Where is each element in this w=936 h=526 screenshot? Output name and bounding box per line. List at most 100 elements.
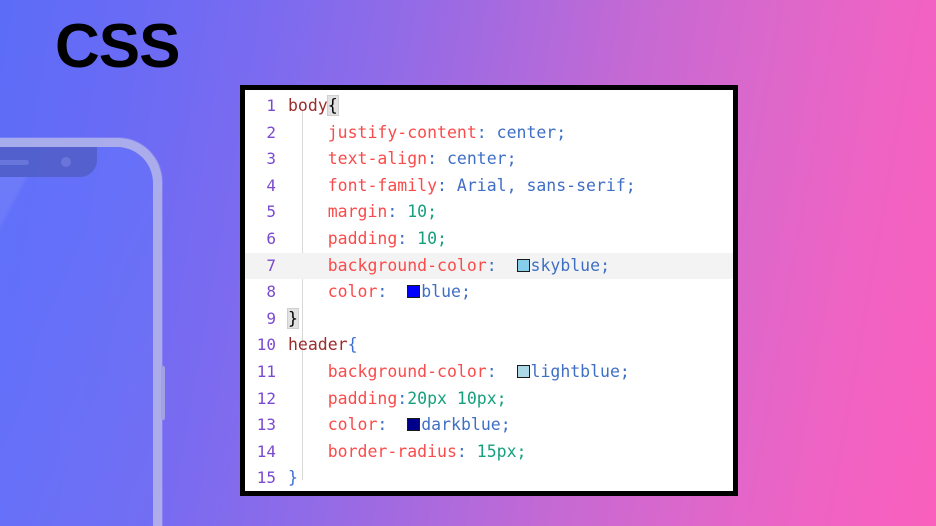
token-punc: ; bbox=[460, 282, 471, 302]
token-val: darkblue bbox=[421, 415, 501, 435]
code-line-content: margin: 10; bbox=[284, 199, 733, 226]
token-val: blue bbox=[421, 282, 461, 302]
token-brace-hl: { bbox=[326, 95, 339, 116]
phone-camera-icon bbox=[61, 157, 71, 167]
token-punc: ; bbox=[625, 175, 636, 195]
token-punc: : bbox=[486, 361, 497, 381]
line-number: 2 bbox=[266, 122, 276, 142]
token-num: ; bbox=[516, 441, 527, 461]
token-num: ; bbox=[427, 202, 438, 222]
token-prop: background-color bbox=[327, 255, 487, 275]
code-line-content: } bbox=[284, 306, 733, 333]
code-line[interactable]: 14 border-radius: 15px; bbox=[245, 439, 733, 466]
code-line-content: border-radius: 15px; bbox=[284, 439, 733, 466]
token-punc: : bbox=[377, 415, 388, 435]
code-line[interactable]: 2 justify-content: center; bbox=[245, 120, 733, 147]
token-punc: : bbox=[427, 149, 438, 169]
token-brace: } bbox=[288, 468, 298, 488]
code-line-content: color: blue; bbox=[284, 279, 733, 306]
token-brace-hl: } bbox=[287, 307, 299, 329]
token-num: 15px bbox=[476, 441, 517, 461]
code-line[interactable]: 12 padding:20px 10px; bbox=[245, 386, 733, 413]
code-line-content: header{ bbox=[284, 332, 733, 359]
code-line-content: body{ bbox=[284, 93, 733, 120]
token-val: center bbox=[446, 149, 507, 169]
code-line[interactable]: 11 background-color: lightblue; bbox=[245, 359, 733, 386]
line-number: 8 bbox=[266, 282, 276, 302]
line-number: 13 bbox=[256, 415, 276, 435]
page-title: CSS bbox=[55, 12, 180, 81]
token-punc: ; bbox=[500, 415, 511, 435]
code-line[interactable]: 3 text-align: center; bbox=[245, 146, 733, 173]
phone-screen-sheen bbox=[0, 147, 101, 526]
token-prop: margin bbox=[327, 202, 388, 222]
line-number: 10 bbox=[256, 335, 276, 355]
code-line-content: padding:20px 10px; bbox=[284, 386, 733, 413]
code-area[interactable]: 1 body{2 justify-content: center; 3 text-a… bbox=[245, 90, 733, 491]
token-val: lightblue bbox=[530, 361, 620, 381]
color-swatch[interactable] bbox=[407, 418, 421, 432]
code-line[interactable]: 9} bbox=[245, 306, 733, 333]
token-sel: body bbox=[288, 96, 328, 115]
token-prop: font-family bbox=[327, 175, 438, 195]
code-editor[interactable]: 1 body{2 justify-content: center; 3 text-a… bbox=[240, 85, 738, 496]
color-swatch[interactable] bbox=[516, 258, 530, 272]
token-num: ; bbox=[437, 228, 447, 248]
code-line-content: background-color: lightblue; bbox=[284, 359, 733, 386]
phone-notch bbox=[0, 147, 97, 177]
token-punc: : bbox=[437, 175, 447, 195]
code-line[interactable]: 13 color: darkblue; bbox=[245, 412, 733, 439]
token-punc: : bbox=[387, 202, 398, 222]
phone-side-button bbox=[161, 366, 165, 420]
code-line[interactable]: 1 body{ bbox=[245, 93, 733, 120]
smartphone-illustration bbox=[0, 138, 165, 526]
token-num: 10 bbox=[417, 228, 438, 248]
code-line-content: justify-content: center; bbox=[284, 120, 733, 147]
code-line[interactable]: 6 padding: 10; bbox=[245, 226, 733, 253]
token-punc: : bbox=[486, 255, 497, 275]
code-line[interactable]: 5 margin: 10; bbox=[245, 199, 733, 226]
token-punc: ; bbox=[600, 255, 610, 275]
code-line[interactable]: 4 font-family: Arial, sans-serif; bbox=[245, 173, 733, 200]
line-number: 3 bbox=[266, 149, 276, 169]
code-line[interactable]: 8 color: blue; bbox=[245, 279, 733, 306]
phone-speaker-icon bbox=[0, 160, 29, 165]
token-sel: header bbox=[288, 335, 348, 355]
token-num: ; bbox=[496, 388, 507, 408]
line-number: 7 bbox=[266, 255, 276, 275]
token-num: 10 bbox=[407, 202, 428, 222]
token-punc: : bbox=[397, 388, 408, 408]
code-line[interactable]: 15} bbox=[245, 465, 733, 491]
token-val: center bbox=[496, 122, 557, 142]
token-prop: text-align bbox=[327, 149, 428, 169]
code-line-content: font-family: Arial, sans-serif; bbox=[284, 173, 733, 200]
color-swatch[interactable] bbox=[516, 364, 530, 378]
token-prop: justify-content bbox=[327, 122, 477, 142]
token-prop: color bbox=[327, 282, 378, 302]
code-line[interactable]: 10 header{ bbox=[245, 332, 733, 359]
code-line-content: text-align: center; bbox=[284, 146, 733, 173]
code-line[interactable]: 7 background-color: skyblue; bbox=[245, 252, 733, 280]
token-prop: background-color bbox=[327, 361, 487, 381]
code-line-content: } bbox=[284, 465, 733, 491]
token-val: skyblue bbox=[530, 255, 601, 275]
token-punc: ; bbox=[506, 149, 517, 169]
color-swatch[interactable] bbox=[407, 285, 421, 299]
line-number: 14 bbox=[256, 441, 276, 461]
line-number: 4 bbox=[266, 175, 276, 195]
code-line-content: background-color: skyblue; bbox=[284, 253, 733, 280]
